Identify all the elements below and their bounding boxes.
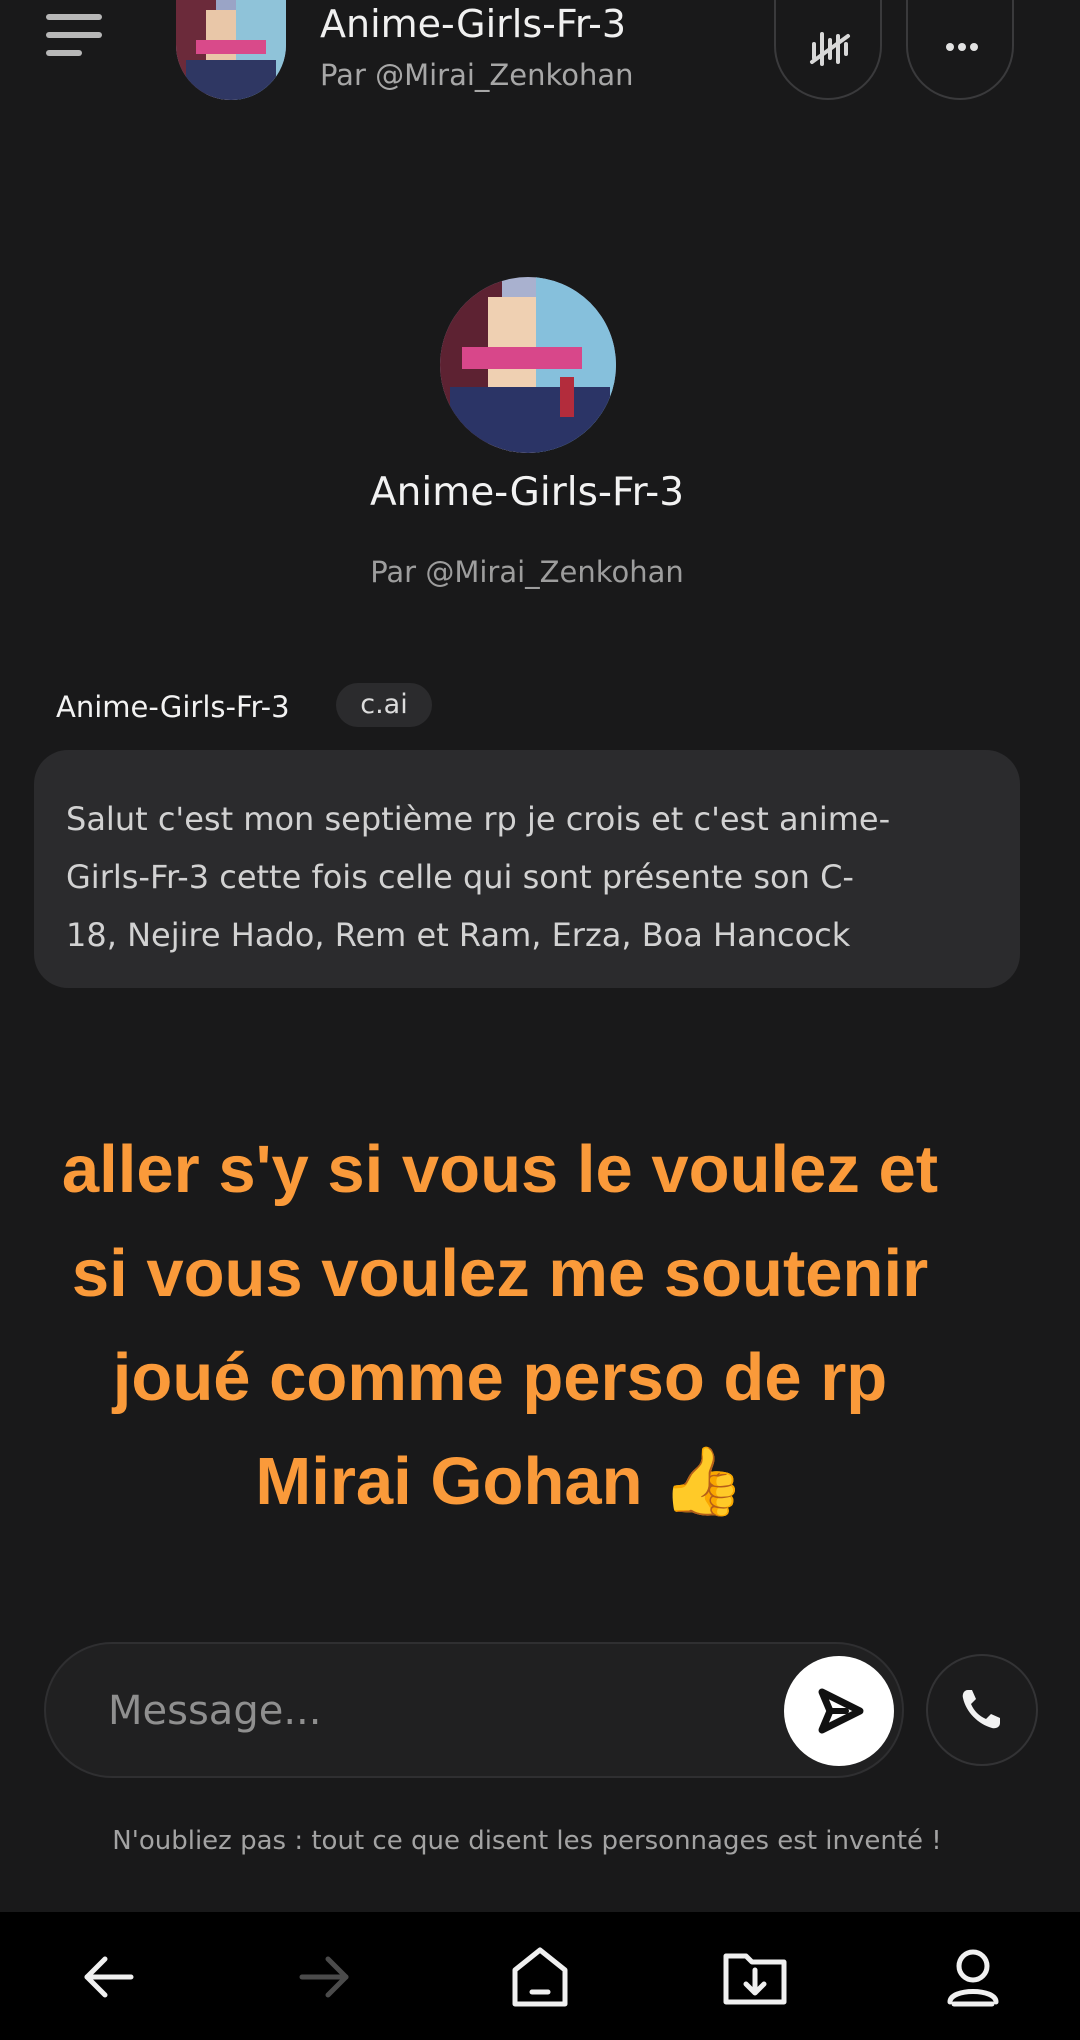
- character-creator[interactable]: Par @Mirai_Zenkohan: [0, 555, 1054, 589]
- message-line: Salut c'est mon septième rp je crois et …: [66, 800, 891, 838]
- message-composer: [44, 1642, 904, 1778]
- chat-header: Anime-Girls-Fr-3 Par @Mirai_Zenkohan: [0, 0, 1080, 110]
- account-button[interactable]: [928, 1932, 1018, 2022]
- voice-button[interactable]: [774, 0, 882, 100]
- ai-badge: c.ai: [336, 683, 432, 727]
- download-folder-icon: [723, 1953, 787, 2005]
- send-button[interactable]: [784, 1656, 894, 1766]
- arrow-left-icon: [84, 1956, 134, 1998]
- home-icon: [512, 1947, 568, 2007]
- caption-line: aller s'y si vous le voulez et: [61, 1132, 939, 1207]
- caption-line: Mirai Gohan 👍: [255, 1444, 745, 1519]
- message-line: Girls-Fr-3 cette fois celle qui sont pré…: [66, 858, 854, 896]
- character-avatar[interactable]: [440, 277, 616, 453]
- home-button[interactable]: [495, 1932, 585, 2022]
- call-button[interactable]: [926, 1654, 1038, 1766]
- message-text: Salut c'est mon septième rp je crois et …: [66, 790, 980, 964]
- character-name: Anime-Girls-Fr-3: [369, 470, 685, 515]
- menu-icon[interactable]: [46, 14, 106, 58]
- character-avatar-small[interactable]: [176, 0, 286, 100]
- caption-line: si vous voulez me soutenir: [71, 1236, 929, 1311]
- chat-screen: Anime-Girls-Fr-3 Par @Mirai_Zenkohan Ani…: [0, 0, 1080, 2040]
- caption-line: joué comme perso de rp: [112, 1340, 888, 1415]
- chat-creator[interactable]: Par @Mirai_Zenkohan: [320, 58, 634, 92]
- chat-title: Anime-Girls-Fr-3: [320, 2, 627, 46]
- back-button[interactable]: [63, 1932, 153, 2022]
- message-line: 18, Nejire Hado, Rem et Ram, Erza, Boa H…: [66, 916, 851, 954]
- arrow-right-icon: [299, 1956, 349, 1998]
- forward-button[interactable]: [280, 1932, 370, 2022]
- account-icon: [947, 1949, 999, 2007]
- browser-bottom-nav: [0, 1912, 1080, 2040]
- disclaimer-text: N'oubliez pas : tout ce que disent les p…: [112, 1826, 942, 1856]
- message-author: Anime-Girls-Fr-3: [56, 690, 290, 724]
- send-icon: [818, 1688, 864, 1734]
- message-bubble: Salut c'est mon septième rp je crois et …: [34, 750, 1020, 988]
- voice-muted-icon: [810, 32, 850, 66]
- overlay-caption: aller s'y si vous le voulez et si vous v…: [0, 1118, 1000, 1534]
- more-horizontal-icon: [946, 43, 978, 51]
- downloads-button[interactable]: [710, 1932, 800, 2022]
- message-input[interactable]: [106, 1674, 790, 1748]
- more-options-button[interactable]: [906, 0, 1014, 100]
- phone-icon: [962, 1690, 1000, 1729]
